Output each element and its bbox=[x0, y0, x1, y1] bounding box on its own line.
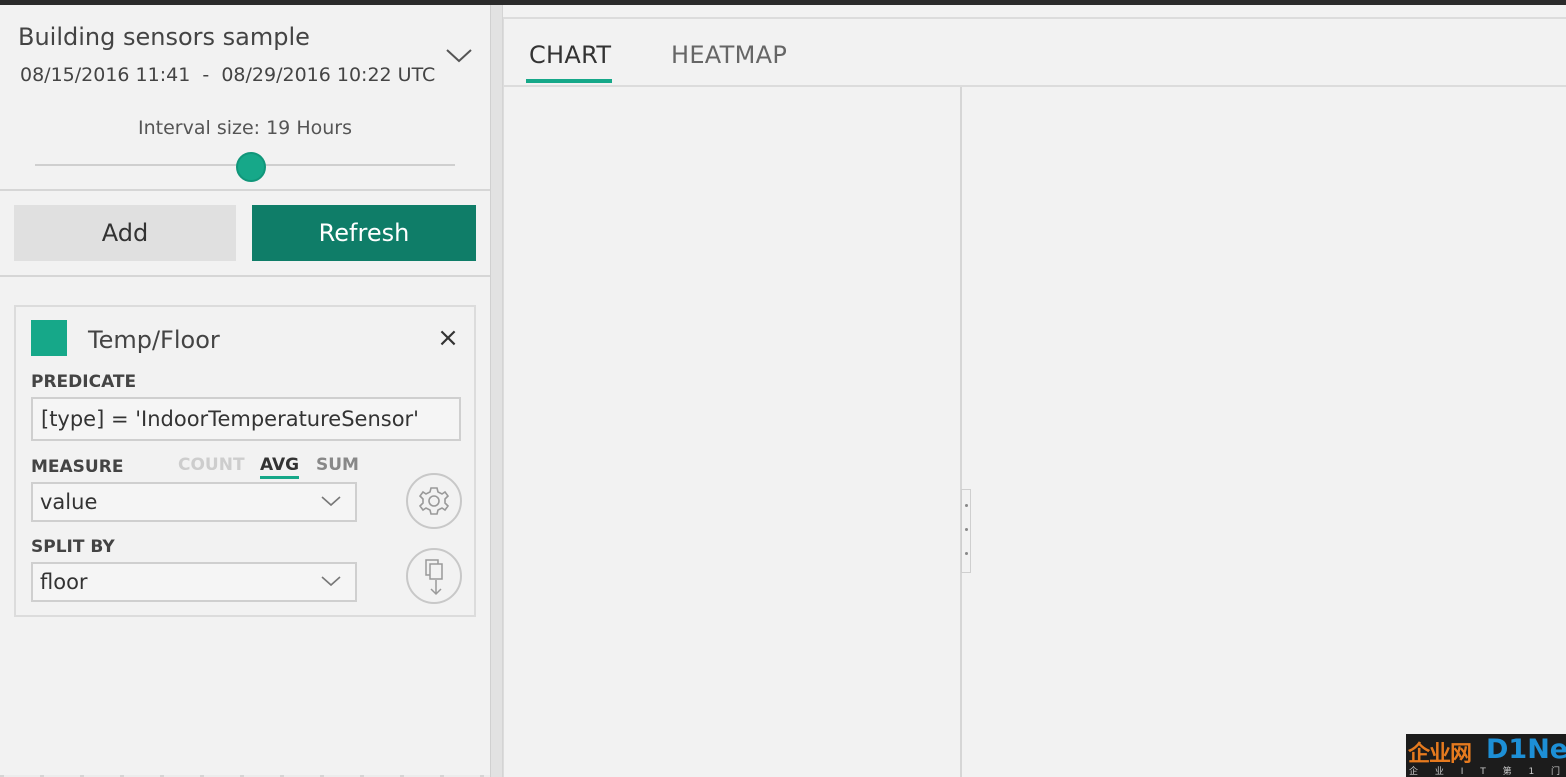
grip-dot bbox=[965, 552, 968, 555]
aggregation-avg[interactable]: AVG bbox=[260, 455, 300, 479]
divider bbox=[504, 85, 1566, 87]
query-card: Temp/Floor × PREDICATE MEASURE COUNT AVG… bbox=[14, 305, 476, 617]
chart-pane-divider bbox=[960, 87, 962, 777]
pane-resize-handle[interactable] bbox=[961, 489, 971, 573]
split-by-label: SPLIT BY bbox=[31, 537, 115, 557]
split-by-select[interactable]: floor bbox=[31, 562, 357, 602]
grip-dot bbox=[965, 504, 968, 507]
close-icon[interactable]: × bbox=[436, 325, 460, 351]
measure-label: MEASURE bbox=[31, 457, 124, 477]
environment-title[interactable]: Building sensors sample bbox=[18, 23, 310, 51]
watermark-right-text: D1Net bbox=[1486, 734, 1566, 765]
split-by-select-value: floor bbox=[40, 570, 88, 594]
interval-size-label: Interval size: 19 Hours bbox=[138, 117, 352, 139]
panel-splitter[interactable] bbox=[490, 5, 503, 777]
active-tab-indicator bbox=[526, 79, 612, 83]
chevron-down-icon bbox=[321, 496, 341, 507]
duplicate-button[interactable] bbox=[406, 548, 462, 604]
series-color-swatch[interactable] bbox=[31, 320, 67, 356]
chevron-down-icon[interactable] bbox=[444, 43, 474, 67]
aggregation-sum[interactable]: SUM bbox=[316, 455, 359, 475]
predicate-label: PREDICATE bbox=[31, 372, 137, 392]
predicate-input[interactable] bbox=[31, 397, 461, 441]
divider bbox=[0, 189, 490, 191]
measure-select-value: value bbox=[40, 490, 98, 514]
watermark-subtext: 企 业 I T 第 1 门 户 bbox=[1409, 767, 1566, 777]
copy-download-icon bbox=[425, 559, 443, 596]
left-panel: Building sensors sample 08/15/2016 11:41… bbox=[0, 5, 490, 777]
gear-icon bbox=[418, 487, 450, 515]
tab-heatmap[interactable]: HEATMAP bbox=[671, 41, 787, 69]
add-button[interactable]: Add bbox=[14, 205, 236, 261]
watermark-logo: 企业网 D1Net 企 业 I T 第 1 门 户 bbox=[1406, 734, 1566, 777]
refresh-button[interactable]: Refresh bbox=[252, 205, 476, 261]
query-title[interactable]: Temp/Floor bbox=[88, 326, 220, 354]
interval-slider-thumb[interactable] bbox=[236, 152, 266, 182]
environment-time-range: 08/15/2016 11:41 - 08/29/2016 10:22 UTC bbox=[20, 64, 436, 86]
aggregation-count[interactable]: COUNT bbox=[178, 455, 245, 475]
divider bbox=[0, 275, 490, 277]
chevron-down-icon bbox=[321, 576, 341, 587]
right-panel: CHART HEATMAP bbox=[503, 17, 1566, 777]
tab-chart[interactable]: CHART bbox=[529, 41, 611, 72]
grip-dot bbox=[965, 528, 968, 531]
settings-button[interactable] bbox=[406, 473, 462, 529]
measure-select[interactable]: value bbox=[31, 482, 357, 522]
